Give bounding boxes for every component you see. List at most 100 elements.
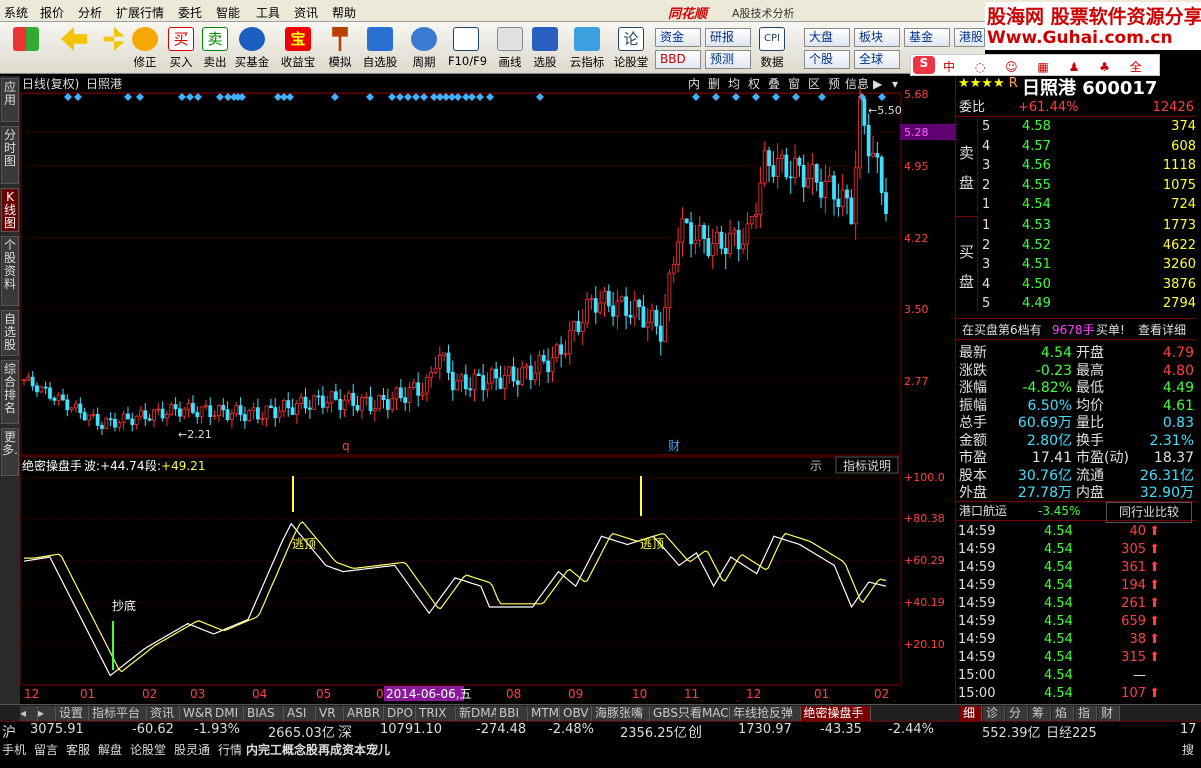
indicator-tab[interactable]: VR: [316, 706, 344, 721]
buy-fund-button[interactable]: 买基金: [234, 26, 270, 72]
tab-intraday[interactable]: 分时图: [1, 126, 19, 184]
fix-button[interactable]: 修正: [127, 26, 163, 72]
tab-apps[interactable]: 应用: [1, 78, 19, 122]
tab-kline[interactable]: K线图: [1, 188, 19, 232]
tool-forecast[interactable]: 预: [828, 77, 840, 91]
comment-link[interactable]: 解盘: [98, 741, 122, 758]
stock-spirit-link[interactable]: 股灵通: [174, 741, 210, 758]
indicator-hint[interactable]: 示: [810, 459, 822, 473]
back-button[interactable]: [56, 26, 92, 72]
panel-tab[interactable]: 焰: [1052, 706, 1074, 721]
indicator-tab[interactable]: MTM: [528, 706, 560, 721]
event-mark-report[interactable]: 财: [668, 439, 680, 453]
tab-ranking[interactable]: 综合排名: [1, 360, 19, 424]
indicator-tab[interactable]: ASI: [284, 706, 316, 721]
order-book-row[interactable]: 2 4.55 1075: [978, 176, 1198, 195]
tool-overlay[interactable]: 叠: [768, 77, 780, 91]
stock-select-button[interactable]: 选股: [527, 26, 563, 72]
scroll-left-icon[interactable]: ◂: [20, 706, 38, 721]
sogou-icon[interactable]: S: [913, 56, 935, 74]
sector-button[interactable]: 板块: [854, 28, 900, 47]
order-book-row[interactable]: 2 4.52 4622: [978, 236, 1198, 255]
tab-more[interactable]: 更多.: [1, 428, 19, 476]
indicator-tab[interactable]: 年线抢反弹: [730, 706, 801, 721]
period-button[interactable]: 周期: [406, 26, 442, 72]
yield-treasure-button[interactable]: 宝收益宝: [280, 26, 316, 72]
buy-button[interactable]: 买买入: [163, 26, 199, 72]
indicator-help-button[interactable]: 指标说明: [843, 458, 891, 473]
tab-stock-info[interactable]: 个股资料: [1, 236, 19, 306]
indicator-tab[interactable]: 指标平台: [89, 706, 147, 721]
search-icon[interactable]: 搜: [1182, 741, 1194, 758]
order-book-row[interactable]: 5 4.58 374: [978, 117, 1198, 136]
indicator-tab[interactable]: BBI: [496, 706, 528, 721]
menu-analysis[interactable]: 分析: [78, 4, 102, 21]
scroll-right-icon[interactable]: ▸: [38, 706, 56, 721]
service-link[interactable]: 客服: [66, 741, 90, 758]
watchlist-button[interactable]: 自选股: [362, 26, 398, 72]
panel-tab[interactable]: 分: [1006, 706, 1028, 721]
menu-info[interactable]: 资讯: [294, 4, 318, 21]
indicator-tab[interactable]: OBV: [560, 706, 592, 721]
kline-chart[interactable]: 日线(复权) 日照港 内 删 均 权 叠 窗 区 预 信息 ▶ ▾ 5.68 5…: [20, 76, 955, 706]
menu-help[interactable]: 帮助: [332, 4, 356, 21]
tool-range[interactable]: 区: [808, 77, 820, 91]
menu-trade[interactable]: 委托: [178, 4, 202, 21]
global-button[interactable]: 全球: [854, 50, 900, 69]
indicator-tab[interactable]: 海豚张嘴: [592, 706, 650, 721]
single-stock-button[interactable]: 个股: [804, 50, 850, 69]
sell-button[interactable]: 卖卖出: [197, 26, 233, 72]
cloud-indicator-button[interactable]: 云指标: [569, 26, 605, 72]
forum-link[interactable]: 论股堂: [130, 741, 166, 758]
menu-dropdown-icon[interactable]: ▾: [892, 77, 898, 91]
menu-quote[interactable]: 报价: [40, 4, 64, 21]
indicator-tab[interactable]: DPO: [384, 706, 416, 721]
indicator-tab[interactable]: 设置: [56, 706, 89, 721]
tool-ma[interactable]: 均: [728, 77, 740, 91]
panel-tab[interactable]: 财: [1098, 706, 1120, 721]
tool-nei[interactable]: 内: [688, 77, 700, 91]
industry-compare-button[interactable]: 同行业比较: [1106, 502, 1192, 523]
tool-delete[interactable]: 删: [708, 77, 720, 91]
panel-tab[interactable]: 筹: [1029, 706, 1051, 721]
indicator-tab[interactable]: W&R: [180, 706, 213, 721]
tool-rights[interactable]: 权: [748, 77, 760, 91]
order-book-row[interactable]: 4 4.57 608: [978, 137, 1198, 156]
capital-button[interactable]: 资金: [655, 28, 701, 47]
menu-smart[interactable]: 智能: [216, 4, 240, 21]
news-ticker[interactable]: 内完工概念股再成资本宠儿: [246, 741, 390, 758]
data-button[interactable]: CPI 数据: [754, 26, 790, 72]
market-button[interactable]: 大盘: [804, 28, 850, 47]
layout-button[interactable]: [8, 26, 44, 72]
draw-line-button[interactable]: 画线: [492, 26, 528, 72]
view-detail-link[interactable]: 查看详细: [1138, 319, 1186, 341]
indicator-tab[interactable]: 绝密操盘手: [800, 706, 871, 721]
indicator-tab[interactable]: 资讯: [147, 706, 180, 721]
event-mark-q[interactable]: q: [342, 439, 350, 453]
indicator-tab[interactable]: TRIX: [416, 706, 456, 721]
message-link[interactable]: 留言: [34, 741, 58, 758]
order-book-row[interactable]: 5 4.49 2794: [978, 294, 1198, 313]
play-icon[interactable]: ▶: [873, 77, 883, 91]
simulate-button[interactable]: 模拟: [322, 26, 358, 72]
order-book-row[interactable]: 3 4.56 1118: [978, 156, 1198, 175]
tool-info[interactable]: 信息: [845, 76, 869, 91]
menu-tools[interactable]: 工具: [256, 4, 280, 21]
panel-tab[interactable]: 诊: [983, 706, 1005, 721]
hk-button[interactable]: 港股: [954, 28, 985, 47]
research-button[interactable]: 研报: [705, 28, 751, 47]
order-book-row[interactable]: 4 4.50 3876: [978, 275, 1198, 294]
f10-button[interactable]: F10/F9: [448, 26, 487, 72]
mobile-link[interactable]: 手机: [2, 741, 26, 758]
panel-tab[interactable]: 细: [960, 706, 982, 721]
fund-tab-button[interactable]: 基金: [904, 28, 950, 47]
indicator-tab[interactable]: 新DMA: [456, 706, 499, 721]
order-notice[interactable]: 在买盘第6档有 9678手 买单! 查看详细: [956, 318, 1196, 340]
indicator-tab[interactable]: BIAS: [244, 706, 284, 721]
menu-system[interactable]: 系统: [4, 4, 28, 21]
order-book-row[interactable]: 1 4.53 1773: [978, 216, 1198, 235]
order-book-row[interactable]: 1 4.54 724: [978, 195, 1198, 214]
indicator-tab[interactable]: GBS只看MACD: [650, 706, 738, 721]
panel-tab[interactable]: 指: [1075, 706, 1097, 721]
indicator-tab[interactable]: DMI: [212, 706, 244, 721]
